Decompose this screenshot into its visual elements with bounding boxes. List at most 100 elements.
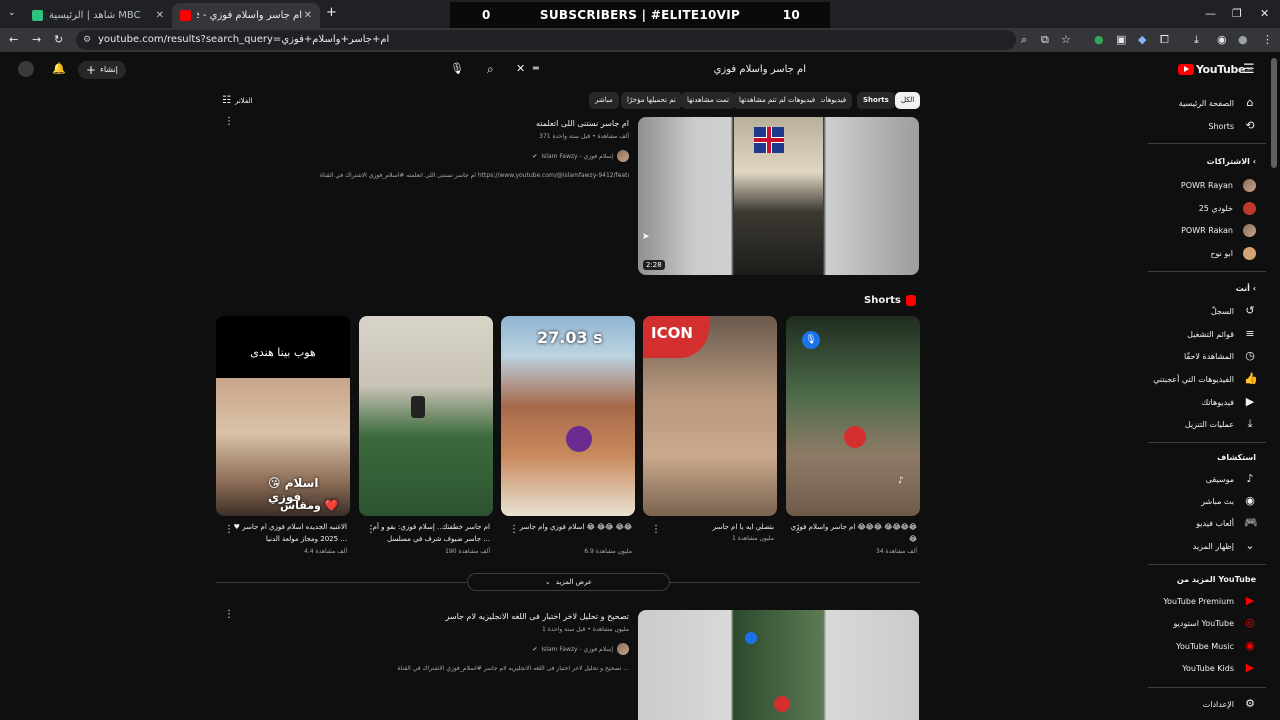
sidebar-item-label: ألعاب فيديو — [1196, 518, 1234, 528]
sidebar-item-youtube-premium[interactable]: YouTube Premium ▶ — [1163, 595, 1256, 607]
download-icon[interactable]: ⤓ — [1194, 33, 1199, 47]
reload-icon[interactable]: ↻ — [54, 33, 63, 46]
youtube-premium-icon: ▶ — [1245, 594, 1255, 607]
sidebar-item-subscription[interactable]: خلودي 25 — [1199, 202, 1256, 215]
window-close-icon[interactable]: ✕ — [1260, 7, 1269, 20]
clear-search-icon[interactable]: ✕ — [516, 62, 525, 75]
youtube-logo-text: YouTube — [1196, 63, 1246, 76]
close-tab-icon[interactable]: ✕ — [304, 10, 312, 21]
chip-shorts[interactable]: Shorts — [857, 92, 895, 109]
extension-icon[interactable]: ● — [1094, 33, 1104, 46]
profile-icon[interactable]: ◉ — [1217, 33, 1227, 46]
short-title[interactable]: الاغنيه الجديده اسلام فوزي ام جاسر ♥ 202… — [217, 521, 347, 545]
chip-all[interactable]: الكل — [895, 92, 921, 109]
sidebar-item-label: السجلّ — [1210, 306, 1234, 316]
channel-row[interactable]: ✔ Islam Fawzy - إسلام فوزي — [330, 643, 629, 655]
youtube-studio-icon: ◎ — [1245, 616, 1255, 629]
sidebar-item-live[interactable]: بث مباشر ◉ — [1201, 495, 1256, 507]
chip-live[interactable]: مباشر — [589, 92, 619, 109]
forward-icon[interactable]: → — [32, 33, 41, 46]
sidebar-item-youtube-music[interactable]: YouTube Music ◉ — [1176, 640, 1256, 652]
sidebar-item-gaming[interactable]: ألعاب فيديو 🎮 — [1196, 517, 1258, 529]
short-thumbnail[interactable]: هوب بينا هندى 😘 اسلام فوزي ومقاس ❤️ — [216, 316, 350, 516]
more-actions-icon[interactable]: ⋮ — [224, 609, 234, 620]
you-heading[interactable]: أنت ‹ — [1236, 284, 1256, 293]
short-thumbnail[interactable]: 🎙 ♪ — [786, 316, 920, 516]
short-title[interactable]: ام جاسر خطفتك.. إسلام فوزي: بقو و أم جاس… — [360, 521, 490, 545]
sidebar-item-subscription[interactable]: POWR Rayan — [1181, 179, 1256, 192]
sidebar-item-show-more[interactable]: إظهار المزيد ⌄ — [1193, 540, 1256, 552]
bookmark-star-icon[interactable]: ☆ — [1061, 33, 1071, 46]
short-thumbnail[interactable]: ICON — [643, 316, 777, 516]
short-more-icon[interactable]: ⋮ — [366, 524, 376, 535]
maximize-icon[interactable]: ❐ — [1232, 7, 1242, 20]
sidebar-item-history[interactable]: السجلّ ↺ — [1211, 305, 1256, 317]
short-more-icon[interactable]: ⋮ — [793, 524, 803, 535]
video-title[interactable]: ام جاسر نستنى اللى اتعلمته — [330, 119, 629, 128]
sidebar-item-home[interactable]: الصفحة الرئيسية ⌂ — [1179, 97, 1256, 109]
extension-icon[interactable]: ▣ — [1116, 33, 1126, 46]
chip-recently-uploaded[interactable]: تم تحميلها مؤخرًا — [621, 92, 682, 109]
channel-row[interactable]: ✔ Islam Fawzy - إسلام فوزي — [330, 150, 629, 162]
install-app-icon[interactable]: ⧉ — [1041, 33, 1049, 47]
youtube-masthead: ☰ YouTube SA ⌕ ✕ ▬ ام جاسر واسلام فوزي 🎙… — [0, 52, 1280, 88]
sidebar-item-liked[interactable]: الفيديوهات التي أعجبتني 👍 — [1153, 373, 1257, 385]
back-icon[interactable]: ← — [9, 33, 18, 46]
sidebar-item-label: الفيديوهات التي أعجبتني — [1153, 374, 1234, 384]
divider — [1148, 271, 1266, 272]
tab-mbc[interactable]: شاهد | الرئيسية MBC ✕ — [24, 3, 172, 28]
sidebar-item-your-videos[interactable]: فيديوهاتك ▶ — [1202, 396, 1256, 408]
notifications-bell-icon[interactable]: 🔔 — [52, 62, 66, 75]
video-thumbnail[interactable]: 2:28 — [638, 117, 919, 275]
zoom-icon[interactable]: ⌕ — [1021, 33, 1027, 47]
sidebar-item-settings[interactable]: الإعدادات ⚙ — [1203, 698, 1256, 710]
show-more-button[interactable]: ⌄ عرض المزيد — [467, 573, 670, 591]
minimize-icon[interactable]: — — [1205, 7, 1216, 20]
short-title[interactable]: ام جاسر واسلام فوزي 😂😂😂 😂😂😂😂😂 — [787, 521, 917, 545]
sidebar-item-subscription[interactable]: ابو نوح — [1210, 247, 1256, 260]
more-actions-icon[interactable]: ⋮ — [224, 116, 234, 127]
sidebar-item-downloads[interactable]: عمليات التنزيل ⤓ — [1185, 418, 1256, 430]
chip-watched[interactable]: تمت مشاهدتها — [681, 92, 735, 109]
sidebar-item-youtube-kids[interactable]: YouTube Kids ▶ — [1182, 662, 1256, 674]
new-tab-button[interactable]: + — [326, 5, 337, 20]
browser-menu-icon[interactable]: ⋮ — [1262, 33, 1273, 46]
browser-toolbar: ← → ↻ ⚙ youtube.com/results?search_query… — [0, 28, 1280, 52]
sidebar-item-subscription[interactable]: POWR Rakan — [1181, 224, 1256, 237]
voice-search-icon[interactable]: 🎙 — [450, 62, 464, 75]
create-button[interactable]: + إنشاء — [78, 61, 126, 79]
account-avatar[interactable] — [18, 61, 34, 77]
chip-unwatched[interactable]: فيديوهات لم تتم مشاهدتها — [733, 92, 822, 109]
sidebar-item-shorts[interactable]: Shorts ⟲ — [1208, 120, 1256, 132]
search-icon[interactable]: ⌕ — [487, 62, 494, 77]
extension-icon[interactable]: ◆ — [1138, 33, 1146, 46]
address-bar[interactable]: ⚙ youtube.com/results?search_query=ام+جا… — [76, 30, 1016, 50]
short-more-icon[interactable]: ⋮ — [224, 524, 234, 535]
profile-avatar-icon[interactable]: ● — [1238, 33, 1248, 46]
subscriptions-heading[interactable]: الاشتراكات ‹ — [1207, 157, 1256, 166]
site-info-icon[interactable]: ⚙ — [83, 30, 91, 50]
close-tab-icon[interactable]: ✕ — [156, 10, 164, 21]
youtube-logo[interactable]: YouTube SA — [1178, 63, 1253, 76]
sidebar-item-watch-later[interactable]: المشاهدة لاحقًا ◷ — [1184, 350, 1256, 362]
sidebar-item-playlists[interactable]: قوائم التشغيل ≡ — [1187, 328, 1256, 340]
short-title[interactable]: اسلام فوزي وام جاسر 😂 😂😂 😂😂 — [502, 521, 632, 533]
short-title[interactable]: بتصلي ايه يا ام جاسر — [644, 521, 774, 533]
short-thumbnail[interactable] — [359, 316, 493, 516]
video-thumbnail[interactable] — [638, 610, 919, 720]
page-scrollbar[interactable] — [1271, 58, 1277, 168]
short-more-icon[interactable]: ⋮ — [651, 524, 661, 535]
filters-button[interactable]: ☷ الفلاتر — [222, 95, 253, 106]
sidebar-item-music[interactable]: موسيقى ♪ — [1206, 473, 1256, 485]
explore-heading: استكشاف — [1217, 453, 1256, 462]
sidebar-item-label: إظهار المزيد — [1192, 541, 1234, 551]
sidebar-item-label: قوائم التشغيل — [1187, 329, 1234, 339]
short-thumbnail[interactable]: 27.03 s — [501, 316, 635, 516]
tab-youtube[interactable]: ام جاسر واسلام فوزي - YouTube ✕ — [172, 3, 320, 28]
tab-search-icon[interactable]: ⌄ — [8, 8, 16, 18]
video-title[interactable]: تصحيح و تحليل لاخر اختبار فى اللغه الانج… — [330, 612, 629, 621]
short-more-icon[interactable]: ⋮ — [509, 524, 519, 535]
search-input[interactable]: ام جاسر واسلام فوزي — [528, 60, 818, 80]
puzzle-extensions-icon[interactable]: ⧠ — [1160, 33, 1169, 47]
sidebar-item-youtube-studio[interactable]: استوديو YouTube ◎ — [1174, 617, 1256, 629]
